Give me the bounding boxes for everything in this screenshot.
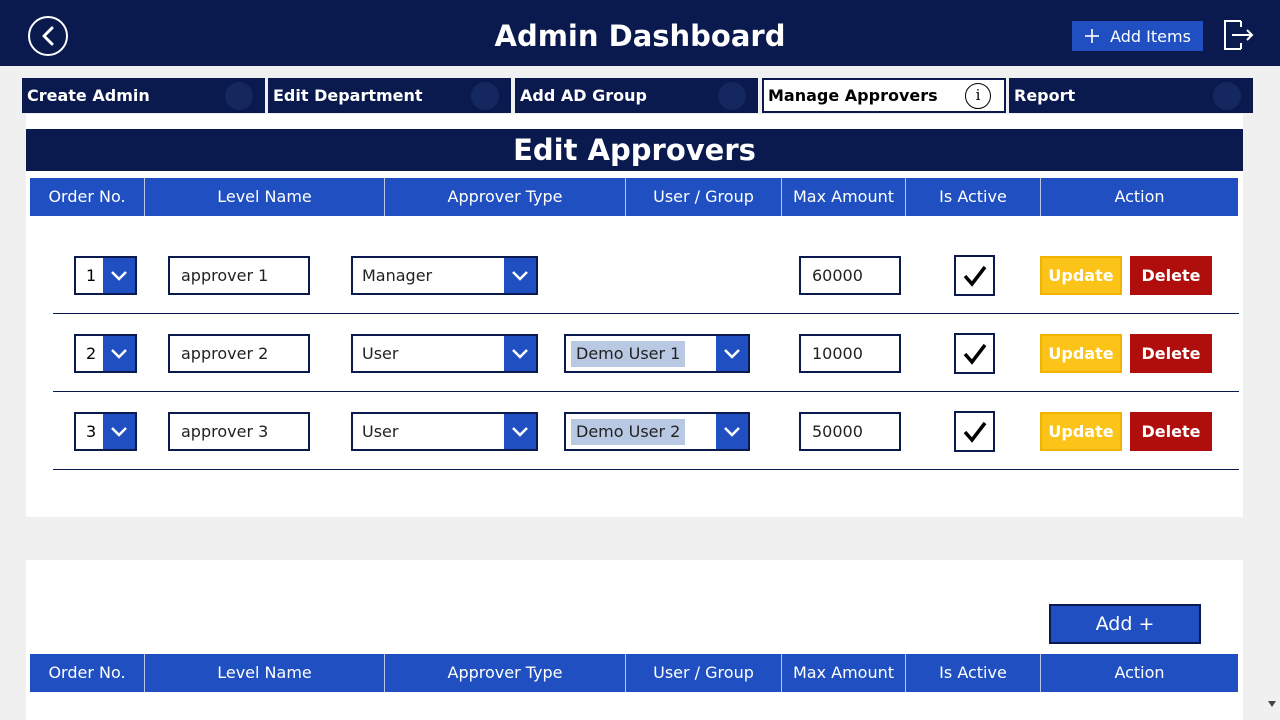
column-header: Approver Type <box>385 178 626 216</box>
tab-label: Add AD Group <box>520 86 647 105</box>
delete-button[interactable]: Delete <box>1130 334 1212 373</box>
chevron-down-icon[interactable] <box>504 414 536 449</box>
chevron-down-icon[interactable] <box>103 414 135 449</box>
column-header: Level Name <box>145 654 385 692</box>
is-active-checkbox[interactable] <box>954 255 995 296</box>
chevron-down-icon[interactable] <box>103 258 135 293</box>
row-divider <box>53 313 1239 314</box>
checkmark-icon <box>963 343 986 365</box>
order-select[interactable]: 2 <box>74 334 137 373</box>
tab-add-ad-group[interactable]: Add AD Group <box>515 78 758 113</box>
update-button[interactable]: Update <box>1040 412 1122 451</box>
table-header: Order No. Level Name Approver Type User … <box>30 178 1238 216</box>
max-amount-input[interactable]: 10000 <box>799 334 901 373</box>
tab-label: Report <box>1014 86 1076 105</box>
chevron-down-icon[interactable] <box>504 258 536 293</box>
column-header: Level Name <box>145 178 385 216</box>
info-icon: i <box>965 83 991 109</box>
max-amount-input[interactable]: 60000 <box>799 256 901 295</box>
level-name-input[interactable]: approver 3 <box>168 412 310 451</box>
delete-button[interactable]: Delete <box>1130 256 1212 295</box>
approver-type-value: User <box>362 422 399 441</box>
max-amount-input[interactable]: 50000 <box>799 412 901 451</box>
order-select[interactable]: 3 <box>74 412 137 451</box>
user-group-dropdown[interactable]: Demo User 1 <box>564 334 750 373</box>
tab-report[interactable]: Report <box>1009 78 1253 113</box>
add-items-label: Add Items <box>1110 26 1191 46</box>
sign-out-icon[interactable] <box>1221 18 1255 52</box>
is-active-checkbox[interactable] <box>954 333 995 374</box>
order-value: 3 <box>86 422 97 441</box>
user-group-value: Demo User 2 <box>571 419 686 445</box>
approver-type-value: User <box>362 344 399 363</box>
order-value: 2 <box>86 344 97 363</box>
tab-label: Manage Approvers <box>768 86 938 105</box>
is-active-checkbox[interactable] <box>954 411 995 452</box>
plus-icon <box>1085 29 1100 43</box>
chevron-down-icon[interactable] <box>103 336 135 371</box>
info-icon <box>718 82 746 110</box>
scroll-down-icon[interactable] <box>1267 700 1277 708</box>
delete-button[interactable]: Delete <box>1130 412 1212 451</box>
update-button[interactable]: Update <box>1040 256 1122 295</box>
row-divider <box>53 469 1239 470</box>
back-button[interactable] <box>28 16 68 56</box>
tab-edit-department[interactable]: Edit Department <box>268 78 511 113</box>
checkmark-icon <box>963 421 986 443</box>
add-button[interactable]: Add + <box>1049 604 1201 644</box>
info-icon <box>1213 82 1241 110</box>
column-header: Max Amount <box>782 178 906 216</box>
tab-manage-approvers[interactable]: Manage Approvers i <box>762 78 1006 113</box>
user-group-value: Demo User 1 <box>571 341 686 367</box>
bottom-table-header: Order No. Level Name Approver Type User … <box>30 654 1238 692</box>
approver-type-dropdown[interactable]: User <box>351 412 538 451</box>
approver-type-dropdown[interactable]: User <box>351 334 538 373</box>
tab-label: Create Admin <box>27 86 150 105</box>
approver-type-dropdown[interactable]: Manager <box>351 256 538 295</box>
user-group-dropdown[interactable]: Demo User 2 <box>564 412 750 451</box>
column-header: Max Amount <box>782 654 906 692</box>
order-value: 1 <box>86 266 97 285</box>
section-title: Edit Approvers <box>26 129 1243 171</box>
column-header: Action <box>1114 663 1165 682</box>
update-button[interactable]: Update <box>1040 334 1122 373</box>
tab-create-admin[interactable]: Create Admin <box>22 78 265 113</box>
column-header: Order No. <box>30 178 145 216</box>
column-header: User / Group <box>626 178 782 216</box>
column-header: Order No. <box>30 654 145 692</box>
column-header: Action <box>1114 187 1165 206</box>
order-select[interactable]: 1 <box>74 256 137 295</box>
add-items-button[interactable]: Add Items <box>1072 21 1203 51</box>
row-divider <box>53 391 1239 392</box>
approver-type-value: Manager <box>362 266 433 285</box>
chevron-down-icon[interactable] <box>504 336 536 371</box>
checkmark-icon <box>963 265 986 287</box>
column-header: Approver Type <box>385 654 626 692</box>
chevron-down-icon[interactable] <box>716 336 748 371</box>
level-name-input[interactable]: approver 1 <box>168 256 310 295</box>
column-header: User / Group <box>626 654 782 692</box>
chevron-down-icon[interactable] <box>716 414 748 449</box>
column-header: Is Active <box>906 654 1041 692</box>
chevron-left-icon <box>42 26 54 46</box>
edit-approvers-panel <box>26 114 1243 517</box>
tab-label: Edit Department <box>273 86 423 105</box>
app-header: Admin Dashboard Add Items <box>0 0 1280 66</box>
column-header: Is Active <box>906 178 1041 216</box>
info-icon <box>471 82 499 110</box>
info-icon <box>225 82 253 110</box>
level-name-input[interactable]: approver 2 <box>168 334 310 373</box>
